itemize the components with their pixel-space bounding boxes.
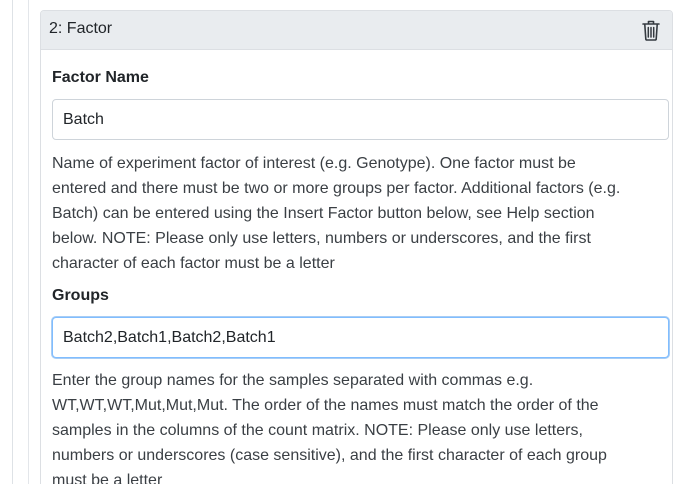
factor-name-help-line: Name of experiment factor of interest (e…: [52, 155, 576, 172]
groups-label: Groups: [52, 287, 109, 304]
delete-factor-button[interactable]: [640, 18, 662, 42]
factor-name-help-line: character of each factor must be a lette…: [52, 255, 335, 272]
factor-name-label: Factor Name: [52, 69, 149, 86]
groups-help-line: numbers or underscores (case sensitive),…: [52, 447, 607, 464]
groups-help: Enter the group names for the samples se…: [52, 368, 672, 484]
factor-card: 2: Factor Factor Name Name of experiment…: [40, 10, 673, 484]
factor-name-help-line: Batch) can be entered using the Insert F…: [52, 205, 595, 222]
outer-panel-border: [12, 0, 13, 484]
factor-name-help-line: below. NOTE: Please only use letters, nu…: [52, 230, 591, 247]
groups-help-line: samples in the columns of the count matr…: [52, 422, 583, 439]
trash-icon: [642, 20, 660, 41]
inner-panel-border: [28, 0, 29, 484]
groups-input[interactable]: [52, 317, 669, 358]
page: 2: Factor Factor Name Name of experiment…: [0, 0, 684, 484]
factor-name-input[interactable]: [52, 99, 669, 140]
groups-help-line: WT,WT,WT,Mut,Mut,Mut. The order of the n…: [52, 397, 599, 414]
factor-name-help: Name of experiment factor of interest (e…: [52, 151, 672, 276]
groups-help-line: Enter the group names for the samples se…: [52, 372, 534, 389]
factor-card-title: 2: Factor: [49, 20, 113, 37]
groups-help-line: must be a letter: [52, 472, 163, 484]
factor-name-help-line: entered and there must be two or more gr…: [52, 180, 621, 197]
factor-card-header: 2: Factor: [41, 11, 672, 50]
